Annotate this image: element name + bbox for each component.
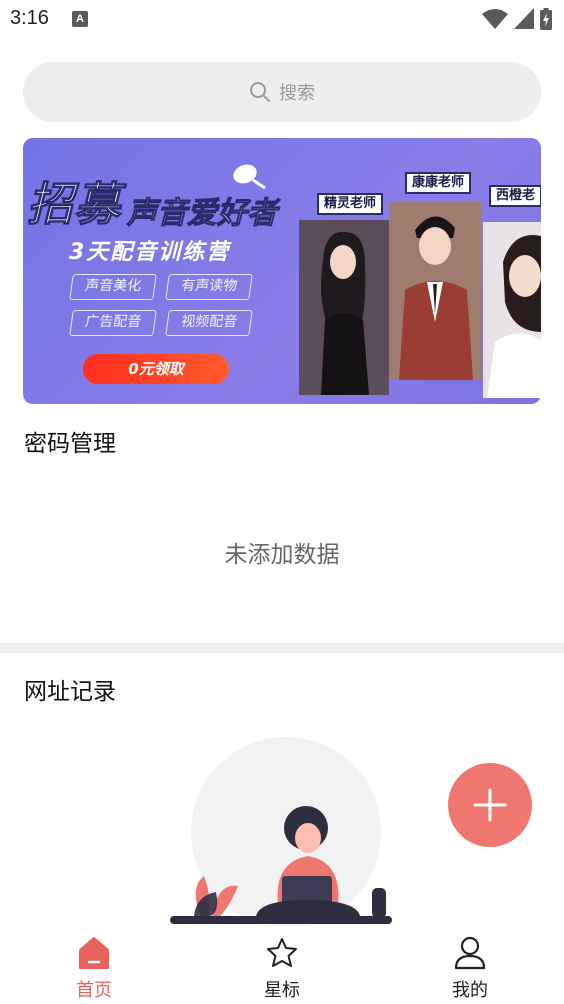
search-bar[interactable]: 搜索 bbox=[23, 62, 541, 122]
status-icons bbox=[482, 8, 552, 30]
user-icon bbox=[454, 936, 486, 970]
claim-free-button[interactable]: 0元领取 bbox=[83, 354, 229, 384]
nav-home[interactable]: 首页 bbox=[44, 936, 144, 1002]
plus-icon bbox=[473, 788, 507, 822]
teacher-photo bbox=[483, 222, 541, 398]
add-button[interactable] bbox=[448, 763, 532, 847]
teacher-photo bbox=[389, 202, 481, 380]
url-section-title: 网址记录 bbox=[24, 679, 116, 705]
banner-camp-title: 3天配音训练营 bbox=[69, 240, 231, 265]
wifi-icon bbox=[482, 9, 508, 29]
empty-illustration bbox=[160, 736, 410, 927]
home-icon bbox=[79, 937, 109, 969]
nav-star-label: 星标 bbox=[264, 980, 300, 1001]
section-divider bbox=[0, 643, 564, 653]
empty-state-text: 未添加数据 bbox=[224, 542, 340, 568]
banner-subtitle: 声音爱好者 bbox=[127, 196, 278, 232]
nav-star[interactable]: 星标 bbox=[232, 936, 332, 1002]
search-icon bbox=[250, 82, 270, 102]
bottom-nav: 首页 星标 我的 bbox=[0, 928, 564, 1004]
status-bar: 3:16 A bbox=[0, 0, 564, 40]
password-section-title: 密码管理 bbox=[24, 431, 116, 457]
teacher-label: 精灵老师 bbox=[317, 193, 384, 215]
star-icon bbox=[267, 938, 297, 967]
battery-charging-icon bbox=[540, 8, 552, 30]
microphone-icon bbox=[233, 164, 266, 190]
teacher-photo bbox=[299, 220, 389, 395]
teacher-label: 康康老师 bbox=[405, 172, 472, 194]
promo-banner[interactable]: 招募 声音爱好者 3天配音训练营 声音美化 有声读物 广告配音 视频配音 0元领… bbox=[23, 138, 541, 404]
nav-home-label: 首页 bbox=[76, 980, 112, 1001]
nav-mine[interactable]: 我的 bbox=[420, 936, 520, 1002]
search-placeholder: 搜索 bbox=[279, 83, 315, 104]
status-time: 3:16 bbox=[10, 7, 49, 29]
banner-tag: 有声读物 bbox=[165, 274, 253, 300]
teacher-label: 西橙老 bbox=[489, 185, 541, 207]
banner-tag: 广告配音 bbox=[69, 310, 157, 336]
banner-title: 招募 bbox=[27, 177, 121, 232]
nav-mine-label: 我的 bbox=[452, 980, 488, 1001]
banner-tag: 声音美化 bbox=[69, 274, 157, 300]
notification-icon: A bbox=[72, 11, 88, 27]
banner-tag: 视频配音 bbox=[165, 310, 253, 336]
signal-icon bbox=[514, 8, 534, 29]
